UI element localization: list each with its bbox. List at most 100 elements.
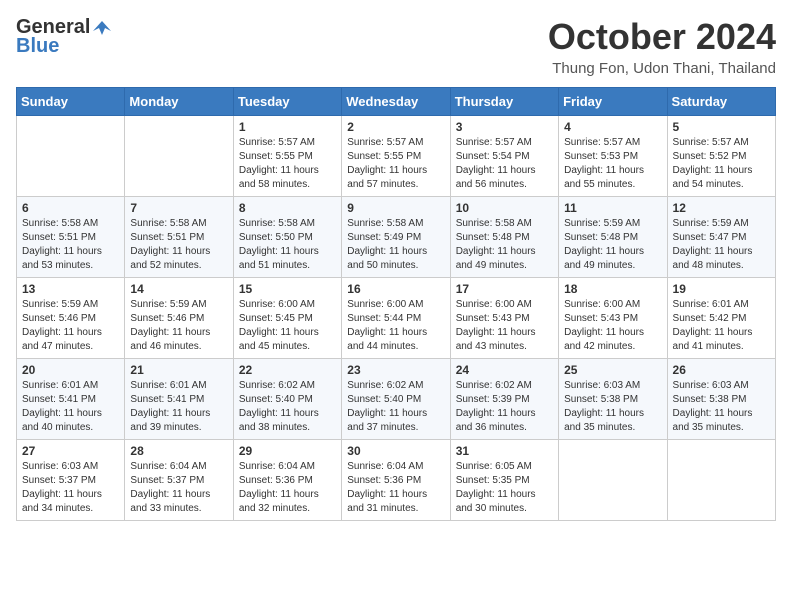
day-content: Sunrise: 6:01 AM Sunset: 5:41 PM Dayligh… bbox=[22, 379, 119, 435]
title-area: October 2024 Thung Fon, Udon Thani, Thai… bbox=[548, 16, 776, 77]
calendar-cell: 12 Sunrise: 5:59 AM Sunset: 5:47 PM Dayli… bbox=[667, 197, 775, 278]
day-content: Sunrise: 5:57 AM Sunset: 5:52 PM Dayligh… bbox=[673, 136, 770, 192]
location-text: Thung Fon, Udon Thani, Thailand bbox=[548, 60, 776, 77]
calendar-cell: 15 Sunrise: 6:00 AM Sunset: 5:45 PM Dayli… bbox=[233, 278, 341, 359]
day-content: Sunrise: 6:00 AM Sunset: 5:45 PM Dayligh… bbox=[239, 298, 336, 354]
day-number: 15 bbox=[239, 282, 336, 296]
day-content: Sunrise: 6:05 AM Sunset: 5:35 PM Dayligh… bbox=[456, 460, 553, 516]
calendar-cell: 8 Sunrise: 5:58 AM Sunset: 5:50 PM Daylig… bbox=[233, 197, 341, 278]
weekday-header: Sunday bbox=[17, 88, 125, 116]
day-number: 10 bbox=[456, 201, 553, 215]
calendar-cell: 25 Sunrise: 6:03 AM Sunset: 5:38 PM Dayli… bbox=[559, 359, 667, 440]
calendar-cell: 3 Sunrise: 5:57 AM Sunset: 5:54 PM Daylig… bbox=[450, 116, 558, 197]
day-number: 29 bbox=[239, 444, 336, 458]
day-number: 18 bbox=[564, 282, 661, 296]
calendar-cell: 16 Sunrise: 6:00 AM Sunset: 5:44 PM Dayli… bbox=[342, 278, 450, 359]
calendar-week-row: 6 Sunrise: 5:58 AM Sunset: 5:51 PM Daylig… bbox=[17, 197, 776, 278]
calendar-table: SundayMondayTuesdayWednesdayThursdayFrid… bbox=[16, 87, 776, 521]
calendar-cell bbox=[17, 116, 125, 197]
day-number: 25 bbox=[564, 363, 661, 377]
calendar-cell: 14 Sunrise: 5:59 AM Sunset: 5:46 PM Dayli… bbox=[125, 278, 233, 359]
calendar-cell: 4 Sunrise: 5:57 AM Sunset: 5:53 PM Daylig… bbox=[559, 116, 667, 197]
day-number: 19 bbox=[673, 282, 770, 296]
day-content: Sunrise: 5:57 AM Sunset: 5:55 PM Dayligh… bbox=[347, 136, 444, 192]
day-number: 2 bbox=[347, 120, 444, 134]
day-content: Sunrise: 6:03 AM Sunset: 5:38 PM Dayligh… bbox=[564, 379, 661, 435]
day-content: Sunrise: 5:58 AM Sunset: 5:50 PM Dayligh… bbox=[239, 217, 336, 273]
calendar-cell: 27 Sunrise: 6:03 AM Sunset: 5:37 PM Dayli… bbox=[17, 440, 125, 521]
day-content: Sunrise: 5:59 AM Sunset: 5:46 PM Dayligh… bbox=[130, 298, 227, 354]
day-number: 31 bbox=[456, 444, 553, 458]
day-number: 13 bbox=[22, 282, 119, 296]
day-content: Sunrise: 6:00 AM Sunset: 5:44 PM Dayligh… bbox=[347, 298, 444, 354]
day-number: 20 bbox=[22, 363, 119, 377]
day-content: Sunrise: 5:59 AM Sunset: 5:46 PM Dayligh… bbox=[22, 298, 119, 354]
calendar-week-row: 13 Sunrise: 5:59 AM Sunset: 5:46 PM Dayli… bbox=[17, 278, 776, 359]
day-content: Sunrise: 6:00 AM Sunset: 5:43 PM Dayligh… bbox=[456, 298, 553, 354]
day-number: 1 bbox=[239, 120, 336, 134]
calendar-cell bbox=[559, 440, 667, 521]
day-number: 4 bbox=[564, 120, 661, 134]
day-content: Sunrise: 6:03 AM Sunset: 5:37 PM Dayligh… bbox=[22, 460, 119, 516]
calendar-cell: 18Sunrise: 6:00 AM Sunset: 5:43 PM Dayli… bbox=[559, 278, 667, 359]
calendar-cell: 29 Sunrise: 6:04 AM Sunset: 5:36 PM Dayli… bbox=[233, 440, 341, 521]
calendar-cell: 13 Sunrise: 5:59 AM Sunset: 5:46 PM Dayli… bbox=[17, 278, 125, 359]
day-number: 8 bbox=[239, 201, 336, 215]
day-content: Sunrise: 5:57 AM Sunset: 5:55 PM Dayligh… bbox=[239, 136, 336, 192]
day-number: 23 bbox=[347, 363, 444, 377]
day-content: Sunrise: 6:02 AM Sunset: 5:40 PM Dayligh… bbox=[239, 379, 336, 435]
calendar-cell: 2 Sunrise: 5:57 AM Sunset: 5:55 PM Daylig… bbox=[342, 116, 450, 197]
page-header: General Blue October 2024 Thung Fon, Udo… bbox=[16, 16, 776, 77]
calendar-cell: 28Sunrise: 6:04 AM Sunset: 5:37 PM Dayli… bbox=[125, 440, 233, 521]
calendar-cell: 20 Sunrise: 6:01 AM Sunset: 5:41 PM Dayli… bbox=[17, 359, 125, 440]
day-content: Sunrise: 6:04 AM Sunset: 5:36 PM Dayligh… bbox=[239, 460, 336, 516]
calendar-cell bbox=[667, 440, 775, 521]
day-number: 21 bbox=[130, 363, 227, 377]
day-number: 7 bbox=[130, 201, 227, 215]
calendar-cell: 22 Sunrise: 6:02 AM Sunset: 5:40 PM Dayli… bbox=[233, 359, 341, 440]
day-content: Sunrise: 5:58 AM Sunset: 5:51 PM Dayligh… bbox=[130, 217, 227, 273]
calendar-cell: 30 Sunrise: 6:04 AM Sunset: 5:36 PM Dayli… bbox=[342, 440, 450, 521]
calendar-cell: 5 Sunrise: 5:57 AM Sunset: 5:52 PM Daylig… bbox=[667, 116, 775, 197]
day-number: 11 bbox=[564, 201, 661, 215]
weekday-header: Thursday bbox=[450, 88, 558, 116]
calendar-week-row: 1 Sunrise: 5:57 AM Sunset: 5:55 PM Daylig… bbox=[17, 116, 776, 197]
day-number: 28 bbox=[130, 444, 227, 458]
day-number: 14 bbox=[130, 282, 227, 296]
day-content: Sunrise: 5:58 AM Sunset: 5:49 PM Dayligh… bbox=[347, 217, 444, 273]
day-content: Sunrise: 6:03 AM Sunset: 5:38 PM Dayligh… bbox=[673, 379, 770, 435]
weekday-header: Saturday bbox=[667, 88, 775, 116]
calendar-cell bbox=[125, 116, 233, 197]
calendar-week-row: 20 Sunrise: 6:01 AM Sunset: 5:41 PM Dayli… bbox=[17, 359, 776, 440]
calendar-cell: 7 Sunrise: 5:58 AM Sunset: 5:51 PM Daylig… bbox=[125, 197, 233, 278]
month-title: October 2024 bbox=[548, 16, 776, 58]
calendar-cell: 24 Sunrise: 6:02 AM Sunset: 5:39 PM Dayli… bbox=[450, 359, 558, 440]
day-number: 24 bbox=[456, 363, 553, 377]
day-content: Sunrise: 5:58 AM Sunset: 5:48 PM Dayligh… bbox=[456, 217, 553, 273]
day-content: Sunrise: 5:59 AM Sunset: 5:47 PM Dayligh… bbox=[673, 217, 770, 273]
day-number: 17 bbox=[456, 282, 553, 296]
day-number: 16 bbox=[347, 282, 444, 296]
day-content: Sunrise: 5:57 AM Sunset: 5:53 PM Dayligh… bbox=[564, 136, 661, 192]
day-content: Sunrise: 5:58 AM Sunset: 5:51 PM Dayligh… bbox=[22, 217, 119, 273]
day-content: Sunrise: 5:59 AM Sunset: 5:48 PM Dayligh… bbox=[564, 217, 661, 273]
day-content: Sunrise: 6:02 AM Sunset: 5:39 PM Dayligh… bbox=[456, 379, 553, 435]
day-number: 27 bbox=[22, 444, 119, 458]
calendar-cell: 23Sunrise: 6:02 AM Sunset: 5:40 PM Dayli… bbox=[342, 359, 450, 440]
day-number: 12 bbox=[673, 201, 770, 215]
calendar-cell: 1 Sunrise: 5:57 AM Sunset: 5:55 PM Daylig… bbox=[233, 116, 341, 197]
calendar-cell: 10 Sunrise: 5:58 AM Sunset: 5:48 PM Dayli… bbox=[450, 197, 558, 278]
day-content: Sunrise: 6:04 AM Sunset: 5:36 PM Dayligh… bbox=[347, 460, 444, 516]
day-number: 30 bbox=[347, 444, 444, 458]
day-content: Sunrise: 6:01 AM Sunset: 5:42 PM Dayligh… bbox=[673, 298, 770, 354]
day-number: 6 bbox=[22, 201, 119, 215]
day-content: Sunrise: 5:57 AM Sunset: 5:54 PM Dayligh… bbox=[456, 136, 553, 192]
logo: General Blue bbox=[16, 16, 114, 58]
calendar-cell: 21Sunrise: 6:01 AM Sunset: 5:41 PM Dayli… bbox=[125, 359, 233, 440]
day-number: 5 bbox=[673, 120, 770, 134]
calendar-header-row: SundayMondayTuesdayWednesdayThursdayFrid… bbox=[17, 88, 776, 116]
day-number: 22 bbox=[239, 363, 336, 377]
calendar-cell: 11 Sunrise: 5:59 AM Sunset: 5:48 PM Dayli… bbox=[559, 197, 667, 278]
day-number: 26 bbox=[673, 363, 770, 377]
day-number: 3 bbox=[456, 120, 553, 134]
